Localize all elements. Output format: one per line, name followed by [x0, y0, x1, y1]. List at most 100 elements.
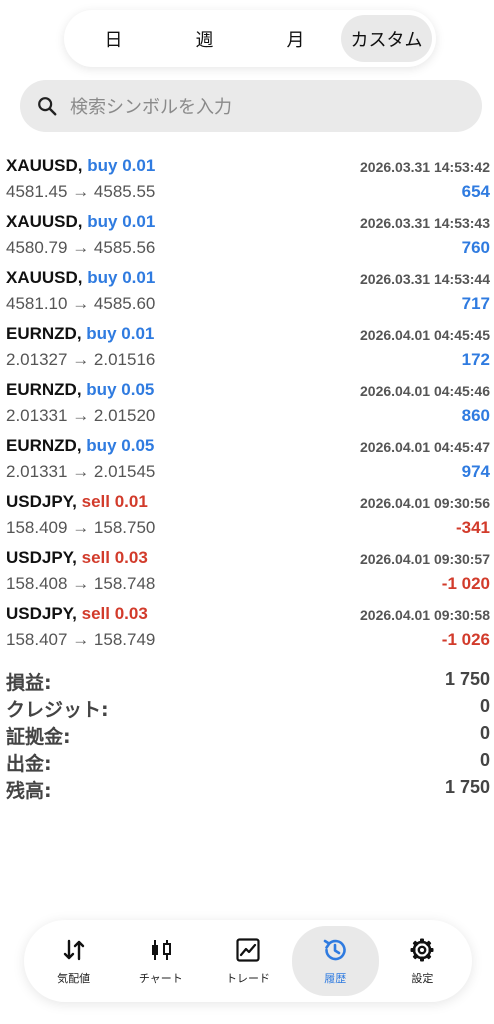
bottom-nav: 気配値 チャート トレード 履歴 設定	[24, 920, 472, 1002]
summary-row: 残高: 1 750	[0, 776, 494, 803]
deal-prices: 158.407 → 158.749	[6, 630, 155, 650]
deal-time: 2026.03.31 14:53:42	[360, 159, 490, 175]
deal-title: USDJPY, sell 0.03	[6, 604, 148, 624]
deal-time: 2026.04.01 09:30:56	[360, 495, 490, 511]
deal-row[interactable]: USDJPY, sell 0.03 2026.04.01 09:30:57 158.…	[0, 544, 494, 600]
history-icon	[323, 939, 346, 961]
price-arrow: →	[72, 462, 90, 481]
search-icon	[38, 97, 57, 116]
nav-trade[interactable]: トレード	[204, 926, 291, 996]
deal-profit: 860	[461, 406, 490, 425]
deal-time: 2026.03.31 14:53:43	[360, 215, 490, 231]
price-arrow: →	[72, 182, 90, 201]
summary-row: 損益: 1 750	[0, 668, 494, 695]
gear-icon	[410, 938, 434, 962]
deal-open-price: 2.01331	[6, 406, 68, 425]
price-arrow: →	[72, 350, 90, 369]
deal-symbol: USDJPY,	[6, 548, 77, 567]
deal-row[interactable]: EURNZD, buy 0.01 2026.04.01 04:45:45 2.013…	[0, 320, 494, 376]
deal-close-price: 158.749	[93, 630, 156, 649]
deal-volume: 0.01	[114, 492, 148, 511]
nav-label-settings: 設定	[411, 972, 434, 985]
deal-volume: 0.03	[114, 548, 148, 567]
deal-close-price: 2.01520	[93, 406, 156, 425]
deal-row[interactable]: USDJPY, sell 0.03 2026.04.01 09:30:58 158.…	[0, 600, 494, 656]
tab-custom[interactable]: カスタム	[341, 15, 432, 62]
deal-title: EURNZD, buy 0.05	[6, 380, 154, 400]
deal-symbol: XAUUSD,	[6, 268, 83, 287]
summary-label: クレジット:	[6, 699, 109, 721]
deal-side: sell	[81, 604, 110, 623]
deal-title: EURNZD, buy 0.05	[6, 436, 154, 456]
deal-profit: -341	[455, 518, 490, 537]
deal-open-price: 4581.45	[6, 182, 68, 201]
deal-row[interactable]: XAUUSD, buy 0.01 2026.03.31 14:53:43 4580.…	[0, 208, 494, 264]
deal-symbol: EURNZD,	[6, 324, 82, 343]
deal-row[interactable]: EURNZD, buy 0.05 2026.04.01 04:45:46 2.013…	[0, 376, 494, 432]
deal-prices: 4580.79 → 4585.56	[6, 238, 155, 258]
tab-month[interactable]: 月	[250, 15, 341, 62]
deal-volume: 0.01	[121, 324, 155, 343]
summary-row: クレジット: 0	[0, 695, 494, 722]
deal-prices: 2.01331 → 2.01545	[6, 462, 155, 482]
deal-open-price: 158.407	[6, 630, 68, 649]
deal-title: EURNZD, buy 0.01	[6, 324, 154, 344]
deal-row[interactable]: XAUUSD, buy 0.01 2026.03.31 14:53:42 4581.…	[0, 152, 494, 208]
price-arrow: →	[72, 294, 90, 313]
deal-prices: 2.01331 → 2.01520	[6, 406, 155, 426]
nav-quotes[interactable]: 気配値	[30, 926, 117, 996]
trade-chart-icon	[236, 938, 260, 962]
summary-value: 0	[479, 723, 490, 743]
deal-side: sell	[81, 492, 110, 511]
deal-close-price: 158.748	[93, 574, 156, 593]
deal-profit: 717	[461, 294, 490, 313]
deal-profit: 760	[461, 238, 490, 257]
deal-open-price: 158.408	[6, 574, 68, 593]
deal-volume: 0.03	[114, 604, 148, 623]
search-field[interactable]: 検索シンボルを入力	[20, 80, 482, 132]
deal-open-price: 4580.79	[6, 238, 68, 257]
deal-close-price: 158.750	[93, 518, 156, 537]
summary-value: 0	[479, 750, 490, 770]
deal-side: buy	[86, 436, 117, 455]
deal-volume: 0.01	[122, 268, 156, 287]
deal-symbol: USDJPY,	[6, 604, 77, 623]
deal-volume: 0.01	[122, 156, 156, 175]
summary-block: 損益: 1 750 クレジット: 0 証拠金: 0 出金: 0 残高: 1 750	[0, 668, 494, 803]
deal-time: 2026.04.01 09:30:58	[360, 607, 490, 623]
summary-label: 残高:	[6, 780, 52, 802]
deal-open-price: 2.01327	[6, 350, 68, 369]
deal-side: buy	[87, 268, 118, 287]
deal-open-price: 2.01331	[6, 462, 68, 481]
candlestick-icon	[151, 940, 171, 960]
deal-open-price: 158.409	[6, 518, 68, 537]
tab-week[interactable]: 週	[159, 15, 250, 62]
tab-day[interactable]: 日	[68, 15, 159, 62]
nav-chart[interactable]: チャート	[117, 926, 204, 996]
period-selector: 日 週 月 カスタム	[64, 10, 436, 67]
deal-close-price: 4585.60	[93, 294, 156, 313]
deal-row[interactable]: XAUUSD, buy 0.01 2026.03.31 14:53:44 4581.…	[0, 264, 494, 320]
summary-row: 証拠金: 0	[0, 722, 494, 749]
search-placeholder: 検索シンボルを入力	[70, 97, 232, 118]
deal-symbol: XAUUSD,	[6, 156, 83, 175]
deal-time: 2026.04.01 04:45:45	[360, 327, 490, 343]
deal-profit: -1 020	[441, 574, 490, 593]
deal-close-price: 2.01545	[93, 462, 156, 481]
deal-side: buy	[87, 156, 118, 175]
nav-label-history: 履歴	[324, 972, 347, 985]
deal-side: buy	[86, 324, 117, 343]
deal-close-price: 4585.56	[93, 238, 156, 257]
nav-label-quotes: 気配値	[57, 972, 91, 985]
deal-title: XAUUSD, buy 0.01	[6, 212, 155, 232]
deal-time: 2026.03.31 14:53:44	[360, 271, 490, 287]
price-arrow: →	[72, 238, 90, 257]
deal-title: XAUUSD, buy 0.01	[6, 268, 155, 288]
deal-profit: 172	[461, 350, 490, 369]
nav-settings[interactable]: 設定	[379, 926, 466, 996]
deal-row[interactable]: EURNZD, buy 0.05 2026.04.01 04:45:47 2.013…	[0, 432, 494, 488]
price-arrow: →	[72, 518, 90, 537]
deal-row[interactable]: USDJPY, sell 0.01 2026.04.01 09:30:56 158.…	[0, 488, 494, 544]
summary-value: 1 750	[444, 777, 490, 797]
nav-history[interactable]: 履歴	[291, 926, 379, 996]
